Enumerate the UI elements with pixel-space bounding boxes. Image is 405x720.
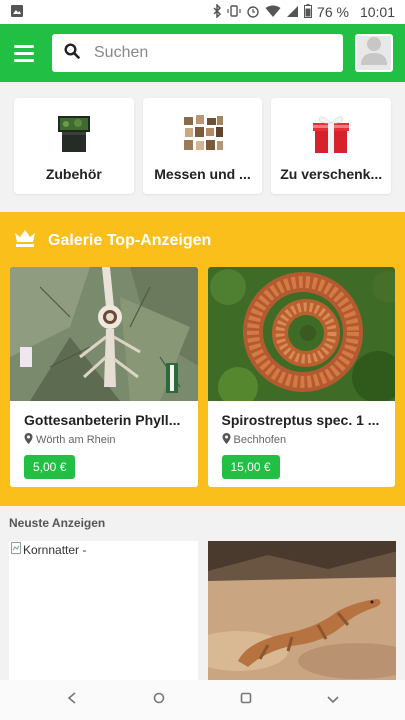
- price-badge: 5,00 €: [24, 455, 76, 479]
- avatar[interactable]: [355, 34, 393, 72]
- category-label: Zu verschenk...: [280, 166, 383, 182]
- chevron-down-icon: [327, 691, 339, 709]
- search-input[interactable]: [94, 44, 331, 62]
- status-bar: 76 % 10:01: [0, 0, 405, 24]
- image-alt-text: Kornnatter -: [23, 542, 87, 557]
- hide-nav-button[interactable]: [313, 680, 353, 720]
- bluetooth-icon: [212, 3, 222, 20]
- gallery-card[interactable]: Gottesanbeterin Phyll... Wörth am Rhein …: [10, 267, 198, 487]
- category-card-messen[interactable]: Messen und ...: [142, 98, 263, 194]
- category-label: Messen und ...: [154, 166, 251, 182]
- newest-ads-section: Neuste Anzeigen Kornnatter -: [0, 506, 405, 681]
- battery-icon: [304, 4, 313, 20]
- location-text: Bechhofen: [233, 434, 287, 446]
- gallery-title: Galerie Top-Anzeigen: [48, 231, 212, 249]
- clock: 10:01: [359, 4, 395, 20]
- search-bar[interactable]: [52, 34, 343, 72]
- menu-icon[interactable]: [14, 44, 34, 62]
- location-pin-icon: [222, 433, 231, 447]
- app-bar: [0, 24, 405, 82]
- system-nav-bar: [0, 680, 405, 720]
- gallery-card[interactable]: Spirostreptus spec. 1 ... Bechhofen 15,0…: [207, 267, 395, 487]
- newest-ad-card[interactable]: Kornnatter -: [9, 541, 198, 681]
- newest-ad-card[interactable]: [207, 541, 396, 681]
- crown-icon: [14, 228, 36, 253]
- search-icon: [64, 42, 80, 64]
- listing-location: Wörth am Rhein: [24, 433, 184, 447]
- signal-icon: [286, 5, 299, 20]
- gift-icon: [309, 112, 353, 156]
- recents-icon: [240, 691, 252, 709]
- back-button[interactable]: [52, 680, 92, 720]
- home-icon: [153, 691, 165, 709]
- price-badge: 15,00 €: [221, 455, 280, 479]
- listing-location: Bechhofen: [222, 433, 382, 447]
- listing-title: Spirostreptus spec. 1 ...: [221, 412, 380, 428]
- location-text: Wörth am Rhein: [36, 434, 116, 446]
- back-icon: [67, 691, 77, 709]
- reptile-collage-icon: [181, 112, 225, 156]
- terrarium-icon: [52, 112, 96, 156]
- recents-button[interactable]: [226, 680, 266, 720]
- location-pin-icon: [24, 433, 33, 447]
- newest-ads-title: Neuste Anzeigen: [9, 516, 106, 530]
- category-card-verschenken[interactable]: Zu verschenk...: [271, 98, 392, 194]
- battery-percent: 76 %: [317, 4, 349, 20]
- vibrate-icon: [227, 4, 241, 20]
- gallery-header: Galerie Top-Anzeigen: [10, 226, 395, 267]
- listing-photo-lizard: [207, 541, 396, 681]
- listing-title: Gottesanbeterin Phyll...: [24, 412, 181, 428]
- category-card-zubehoer[interactable]: Zubehör: [14, 98, 134, 194]
- wifi-icon: [265, 5, 281, 20]
- category-row: Zubehör Messen und ... Zu verschenk...: [0, 82, 405, 212]
- listing-photo-mantis: [10, 267, 198, 401]
- home-button[interactable]: [139, 680, 179, 720]
- user-icon: [359, 36, 389, 70]
- image-notification-icon: [10, 4, 24, 20]
- broken-image-icon: [11, 542, 21, 557]
- alarm-icon: [246, 4, 260, 20]
- broken-image: Kornnatter -: [9, 541, 198, 557]
- listing-photo-millipede: [207, 267, 395, 401]
- gallery-top-ads: Galerie Top-Anzeigen Gottesanbeterin Phy…: [0, 212, 405, 506]
- category-label: Zubehör: [45, 166, 102, 182]
